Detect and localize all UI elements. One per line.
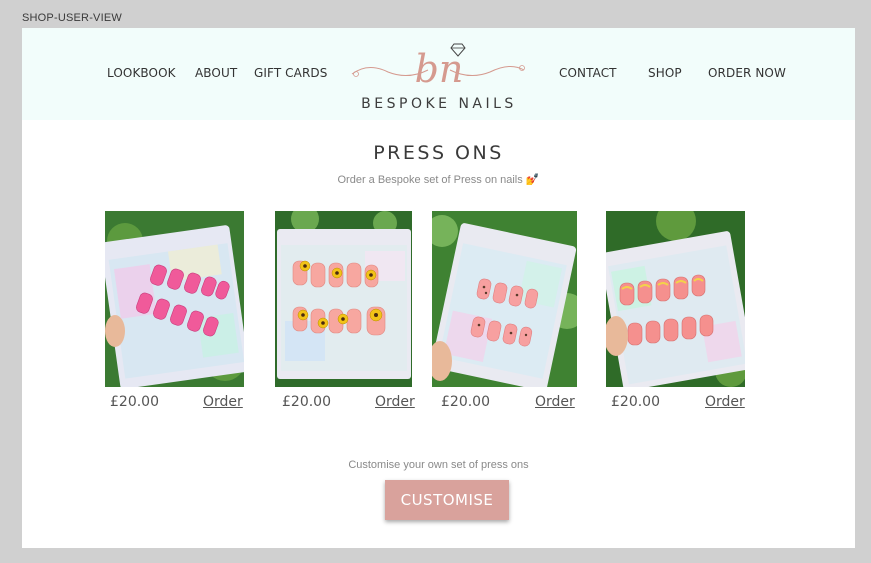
order-link[interactable]: Order: [705, 394, 745, 410]
product-price: £20.00: [282, 394, 331, 410]
nav-lookbook[interactable]: LOOKBOOK: [107, 66, 176, 80]
press-on-nails-image-icon: [606, 211, 745, 387]
page-subtitle: Order a Bespoke set of Press on nails 💅: [337, 174, 540, 186]
customise-button[interactable]: CUSTOMISE: [385, 480, 509, 520]
nav-order-now[interactable]: ORDER NOW: [708, 66, 786, 80]
nav-about[interactable]: ABOUT: [195, 66, 237, 80]
nav-shop[interactable]: SHOP: [648, 66, 682, 80]
product-image[interactable]: [432, 211, 577, 387]
page-title: PRESS ONS: [373, 142, 504, 164]
press-on-nails-image-icon: [275, 211, 412, 387]
brand-name: BESPOKE NAILS: [361, 96, 517, 112]
view-label: SHOP-USER-VIEW: [22, 12, 122, 24]
logo-monogram-icon: bn: [351, 43, 525, 91]
shop-page: LOOKBOOK ABOUT GIFT CARDS bn BESPOKE NAI…: [22, 28, 855, 548]
order-link[interactable]: Order: [535, 394, 575, 410]
customise-text: Customise your own set of press ons: [348, 459, 529, 471]
brand-logo[interactable]: bn BESPOKE NAILS: [348, 34, 530, 116]
nav-contact[interactable]: CONTACT: [559, 66, 617, 80]
press-on-nails-image-icon: [432, 211, 577, 387]
order-link[interactable]: Order: [375, 394, 415, 410]
product-price: £20.00: [441, 394, 490, 410]
product-image[interactable]: [105, 211, 244, 387]
product-image[interactable]: [275, 211, 412, 387]
press-on-nails-image-icon: [105, 211, 244, 387]
nav-gift-cards[interactable]: GIFT CARDS: [254, 66, 327, 80]
site-header: LOOKBOOK ABOUT GIFT CARDS bn BESPOKE NAI…: [22, 28, 855, 120]
product-image[interactable]: [606, 211, 745, 387]
product-price: £20.00: [611, 394, 660, 410]
order-link[interactable]: Order: [203, 394, 243, 410]
product-price: £20.00: [110, 394, 159, 410]
